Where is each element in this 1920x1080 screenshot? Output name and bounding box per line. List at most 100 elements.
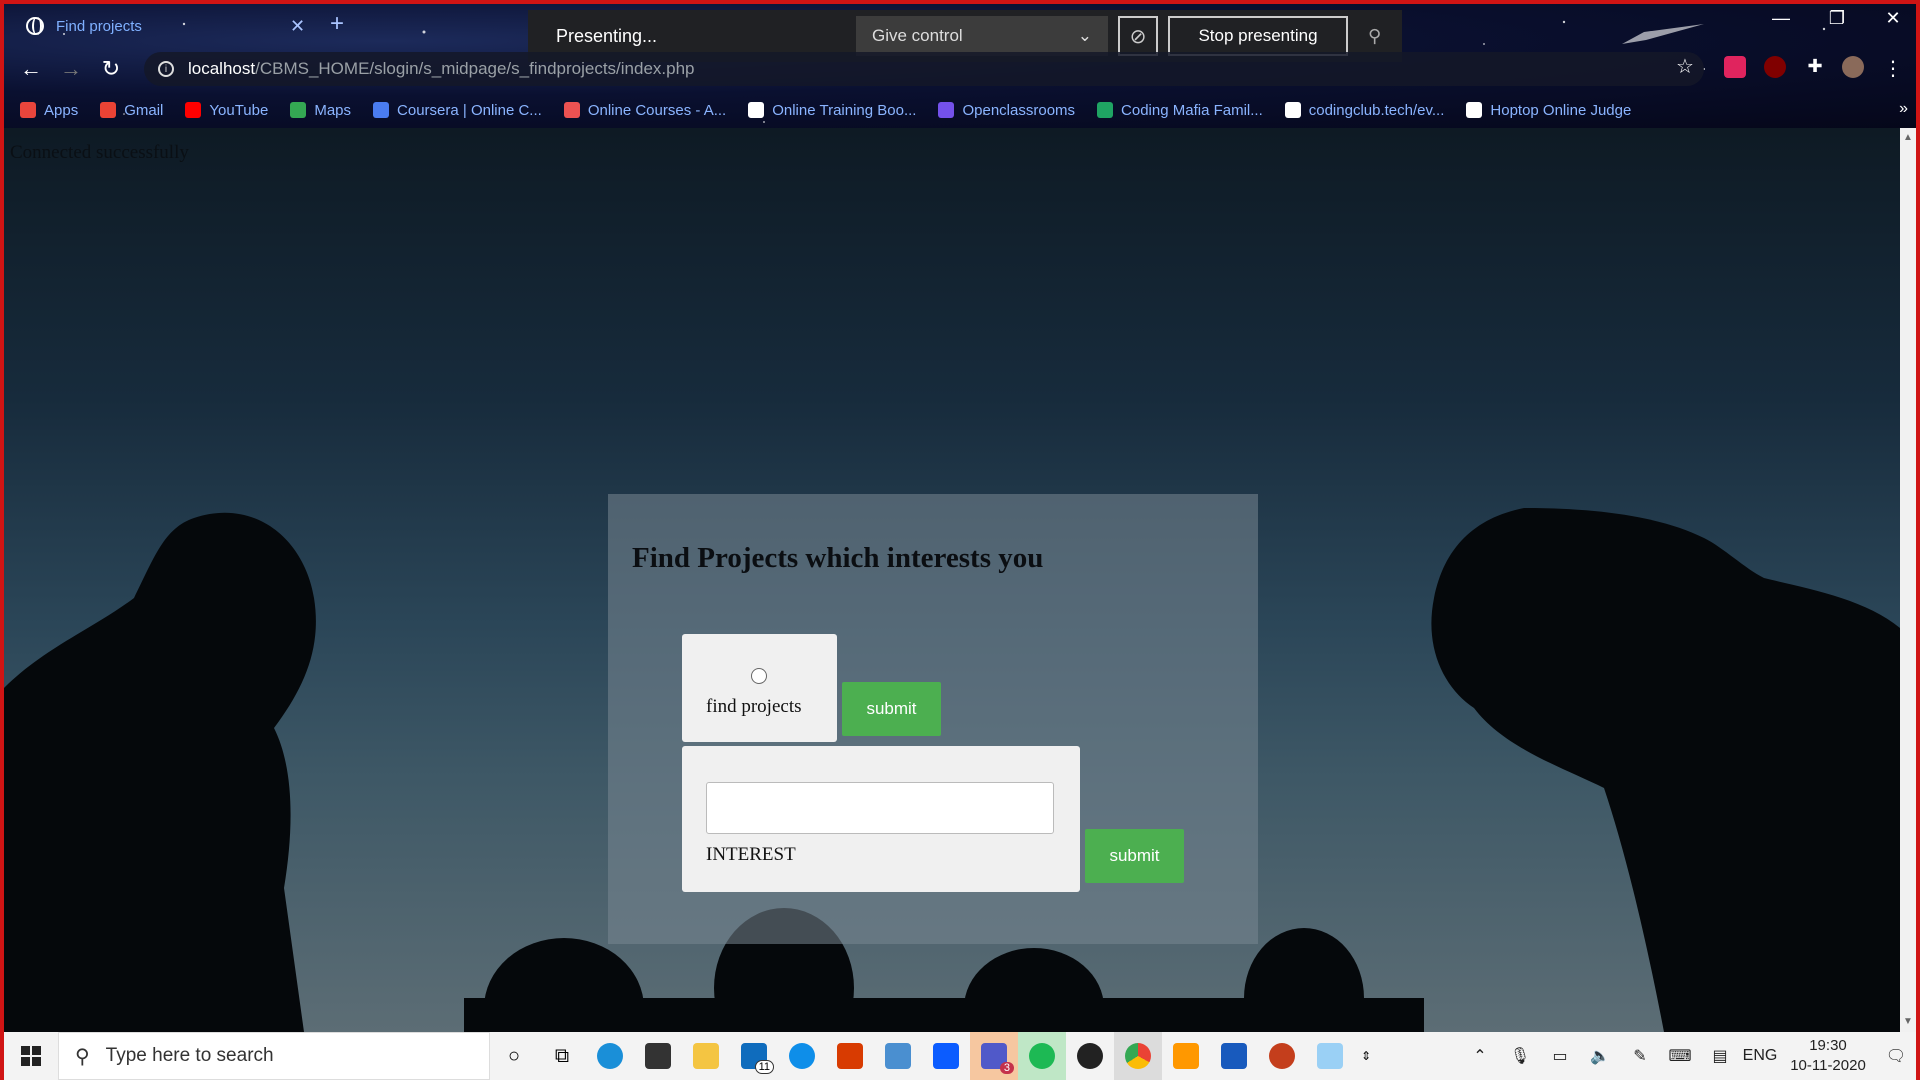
mail-badge: 11	[754, 1060, 774, 1074]
bulb-icon	[1284, 102, 1301, 118]
pen-icon[interactable]: ✎	[1620, 1046, 1660, 1066]
pin-icon[interactable]: ⚲	[1368, 26, 1381, 47]
profile-avatar[interactable]	[1842, 56, 1864, 78]
more-bookmarks-icon[interactable]: »	[1899, 100, 1908, 118]
search-placeholder: Type here to search	[105, 1045, 274, 1066]
office-icon[interactable]	[826, 1032, 874, 1080]
openclassrooms-icon	[938, 102, 955, 118]
apps-grid-icon	[20, 102, 36, 118]
remote-desktop-icon[interactable]	[874, 1032, 922, 1080]
bookmark-item[interactable]: Coding Mafia Famil...	[1097, 102, 1263, 119]
minimize-icon[interactable]: —	[1766, 8, 1796, 29]
battery-icon[interactable]: ▭	[1540, 1046, 1580, 1066]
interest-label: INTEREST	[706, 844, 796, 865]
zoom-icon[interactable]	[922, 1032, 970, 1080]
bookmark-label: Online Courses - A...	[587, 101, 727, 119]
bookmark-item[interactable]: YouTube	[185, 102, 268, 119]
url-host: localhost	[188, 59, 256, 78]
scroll-up-icon[interactable]: ▲	[1903, 132, 1913, 143]
microphone-icon[interactable]: 🎙	[1500, 1046, 1540, 1066]
interest-input[interactable]	[706, 782, 1054, 834]
bookmark-item[interactable]: Gmail	[100, 102, 163, 119]
new-tab-button[interactable]: +	[330, 10, 344, 38]
bookmark-item[interactable]: Online Courses - A...	[563, 101, 727, 119]
teams-badge: 3	[999, 1062, 1014, 1074]
find-projects-radio[interactable]	[751, 668, 767, 684]
plus-icon	[1097, 102, 1114, 118]
globe-icon	[1466, 102, 1483, 118]
chrome-icon[interactable]	[1114, 1032, 1162, 1080]
bookmark-item[interactable]: Openclassrooms	[938, 102, 1075, 119]
reload-icon[interactable]: ↻	[96, 56, 126, 82]
clock-time: 19:30	[1809, 1037, 1847, 1054]
ublock-extension-icon[interactable]	[1764, 56, 1786, 78]
bulb-icon	[748, 102, 765, 118]
github-desktop-icon[interactable]	[1066, 1032, 1114, 1080]
bookmark-item[interactable]: Maps	[290, 102, 351, 119]
taskbar-scroll-icon[interactable]: ⇕	[1354, 1032, 1378, 1080]
scroll-down-icon[interactable]: ▼	[1903, 1016, 1913, 1027]
presenting-label: Presenting...	[556, 25, 658, 46]
sublime-text-icon[interactable]	[1162, 1032, 1210, 1080]
bookmark-label: Coursera | Online C...	[397, 101, 542, 119]
tablet-mode-icon[interactable]: ▤	[1700, 1046, 1740, 1066]
chevron-down-icon: ⌄	[1077, 26, 1092, 45]
notifications-icon[interactable]: 🗨	[1876, 1046, 1916, 1066]
bookmark-item[interactable]: Online Training Boo...	[748, 102, 916, 119]
globe-icon	[26, 17, 44, 35]
browser-toolbar: ← → ↻ i localhost/CBMS_HOME/slogin/s_mid…	[4, 50, 1916, 88]
window-close-icon[interactable]: ✕	[1878, 8, 1908, 29]
pocket-extension-icon[interactable]	[1724, 56, 1746, 78]
notepad-icon[interactable]	[1306, 1032, 1354, 1080]
restore-icon[interactable]: ❐	[1822, 8, 1852, 29]
bookmark-label: Coding Mafia Famil...	[1121, 101, 1263, 119]
clock-date: 10-11-2020	[1790, 1057, 1866, 1074]
mail-icon[interactable]: 11	[730, 1032, 778, 1080]
bookmark-label: Hoptop Online Judge	[1490, 101, 1632, 119]
tab-find-projects[interactable]: Find projects ✕	[12, 8, 312, 44]
volume-icon[interactable]: 🔈	[1580, 1046, 1620, 1066]
word-icon[interactable]	[1210, 1032, 1258, 1080]
bookmark-item[interactable]: codingclub.tech/ev...	[1284, 102, 1444, 119]
bookmark-label: Gmail	[124, 101, 164, 119]
menu-kebab-icon[interactable]: ⋮	[1882, 56, 1904, 80]
show-hidden-icons-icon[interactable]: ⌃	[1460, 1046, 1500, 1066]
submit-interest-button[interactable]: submit	[1085, 829, 1184, 883]
teams-icon[interactable]: 3	[970, 1032, 1018, 1080]
info-icon[interactable]: i	[158, 61, 174, 77]
bookmark-item[interactable]: Apps	[20, 102, 78, 119]
task-view-icon[interactable]: ⧉	[538, 1032, 586, 1080]
file-explorer-icon[interactable]	[682, 1032, 730, 1080]
give-control-label: Give control	[872, 26, 963, 45]
back-icon[interactable]: ←	[16, 56, 46, 82]
address-bar[interactable]: i localhost/CBMS_HOME/slogin/s_midpage/s…	[144, 52, 1704, 86]
start-button[interactable]	[4, 1046, 58, 1066]
spotify-icon[interactable]	[1018, 1032, 1066, 1080]
keyboard-icon[interactable]: ⌨	[1660, 1046, 1700, 1066]
bookmarks-bar: Apps Gmail YouTube Maps Coursera | Online C.…	[4, 96, 1916, 124]
bookmark-label: YouTube	[209, 101, 269, 119]
close-tab-icon[interactable]: ✕	[290, 16, 305, 37]
bookmark-label: Maps	[314, 101, 352, 119]
bookmark-label: Apps	[44, 101, 79, 119]
bookmark-star-icon[interactable]: ☆	[1676, 54, 1694, 79]
clock[interactable]: 19:30 10-11-2020	[1780, 1036, 1876, 1076]
page-scrollbar[interactable]: ▲ ▼	[1900, 128, 1916, 1032]
bookmark-item[interactable]: Hoptop Online Judge	[1466, 102, 1631, 119]
forward-icon[interactable]: →	[56, 56, 86, 82]
store-icon[interactable]	[634, 1032, 682, 1080]
cortana-icon[interactable]: ○	[490, 1032, 538, 1080]
taskbar-search[interactable]: ⚲ Type here to search	[58, 1032, 490, 1080]
extensions-puzzle-icon[interactable]: ✚	[1804, 56, 1826, 78]
powerpoint-icon[interactable]	[1258, 1032, 1306, 1080]
teamviewer-icon[interactable]	[778, 1032, 826, 1080]
find-projects-label: find projects	[706, 696, 802, 717]
page-title: Find Projects which interests you	[632, 542, 1044, 574]
language-indicator[interactable]: ENG	[1740, 1047, 1780, 1065]
edge-icon[interactable]	[586, 1032, 634, 1080]
gmail-icon	[100, 102, 117, 118]
youtube-icon	[185, 102, 202, 118]
bookmark-item[interactable]: Coursera | Online C...	[373, 102, 542, 119]
submit-find-projects-button[interactable]: submit	[842, 682, 941, 736]
windows-taskbar: ⚲ Type here to search ○ ⧉ 11 3 ⇕ ⌃ 🎙 ▭ 🔈…	[4, 1032, 1916, 1080]
